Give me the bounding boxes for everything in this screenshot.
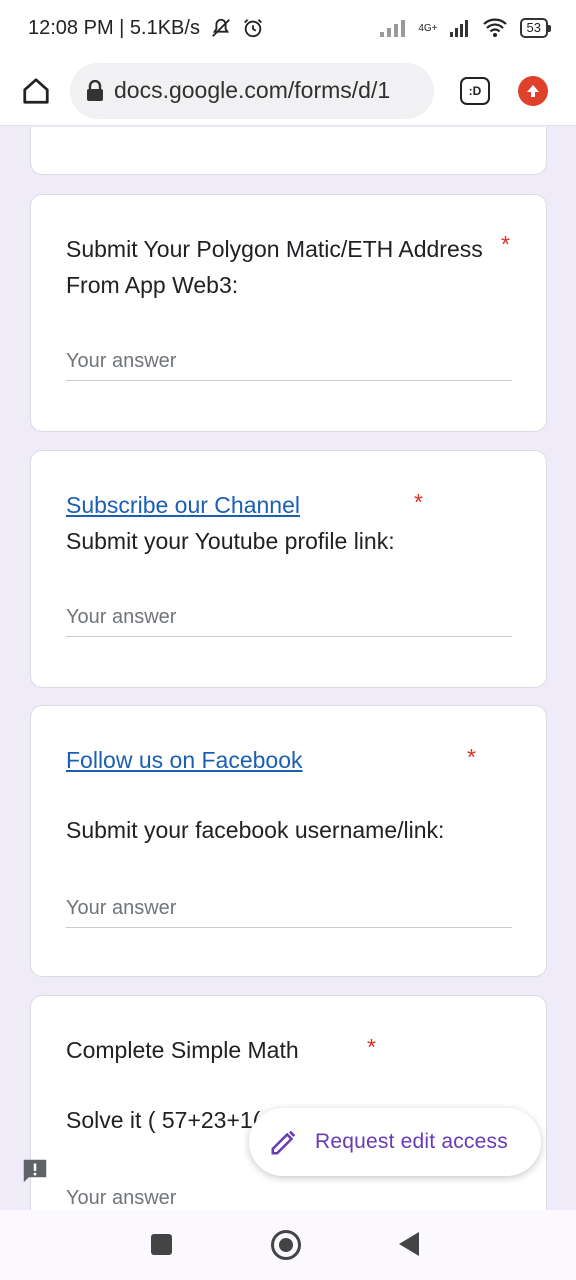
back-button[interactable] — [399, 1232, 419, 1256]
lock-icon — [87, 79, 103, 101]
subscribe-channel-link[interactable]: Subscribe our Channel — [66, 492, 300, 518]
alarm-icon — [244, 19, 262, 38]
request-edit-access-button[interactable]: Request edit access — [249, 1108, 541, 1176]
question-subtitle: Solve it ( 57+23+1( — [66, 1107, 261, 1133]
question-card-youtube: Subscribe our Channel Submit your Youtub… — [30, 450, 547, 688]
answer-input[interactable]: Your answer — [66, 597, 512, 637]
status-bar: 12:08 PM | 5.1KB/s 4G+ 53 — [0, 0, 576, 56]
feedback-icon[interactable] — [20, 1156, 50, 1186]
answer-input[interactable]: Your answer — [66, 888, 512, 928]
question-card-facebook: Follow us on Facebook * Submit your face… — [30, 705, 547, 977]
wifi-icon — [482, 18, 507, 37]
home-nav-button[interactable] — [271, 1230, 301, 1260]
question-card-math: Complete Simple Math * Solve it ( 57+23+… — [30, 995, 547, 1210]
answer-input[interactable]: Your answer — [66, 341, 512, 381]
answer-input[interactable]: Your answer — [66, 1178, 512, 1210]
required-mark: * — [467, 744, 476, 770]
home-button[interactable] — [18, 73, 54, 109]
required-mark: * — [414, 489, 423, 515]
follow-facebook-link[interactable]: Follow us on Facebook — [66, 747, 303, 773]
tab-switcher-button[interactable]: :D — [460, 76, 490, 105]
arrow-up-icon — [527, 84, 539, 97]
status-time: 12:08 PM | 5.1KB/s — [28, 16, 200, 39]
update-button[interactable] — [518, 75, 548, 106]
signal-icon — [380, 20, 406, 37]
question-title: Submit your facebook username/link: — [66, 817, 445, 843]
mute-icon — [212, 18, 230, 37]
browser-toolbar: docs.google.com/forms/d/1 :D — [0, 56, 576, 126]
form-content: Submit Your Polygon Matic/ETH Address Fr… — [0, 127, 576, 1210]
pencil-icon — [271, 1130, 296, 1155]
request-edit-access-label: Request edit access — [315, 1130, 508, 1153]
recents-button[interactable] — [151, 1234, 172, 1255]
home-icon — [23, 77, 49, 104]
question-link-line: Follow us on Facebook — [66, 742, 303, 778]
network-type: 4G+ — [418, 22, 438, 34]
battery-indicator: 53 — [519, 18, 552, 38]
signal-icon-2 — [449, 20, 468, 37]
system-nav-bar — [0, 1210, 576, 1280]
previous-question-card — [30, 127, 547, 175]
question-title: Complete Simple Math — [66, 1037, 299, 1063]
required-mark: * — [367, 1034, 376, 1060]
url-text: docs.google.com/forms/d/1 — [114, 77, 391, 103]
required-mark: * — [501, 231, 510, 257]
question-title: Submit Your Polygon Matic/ETH Address Fr… — [66, 236, 483, 298]
question-title: Subscribe our Channel Submit your Youtub… — [66, 492, 395, 554]
question-card-polygon: Submit Your Polygon Matic/ETH Address Fr… — [30, 194, 547, 432]
address-bar[interactable]: docs.google.com/forms/d/1 — [70, 62, 434, 119]
